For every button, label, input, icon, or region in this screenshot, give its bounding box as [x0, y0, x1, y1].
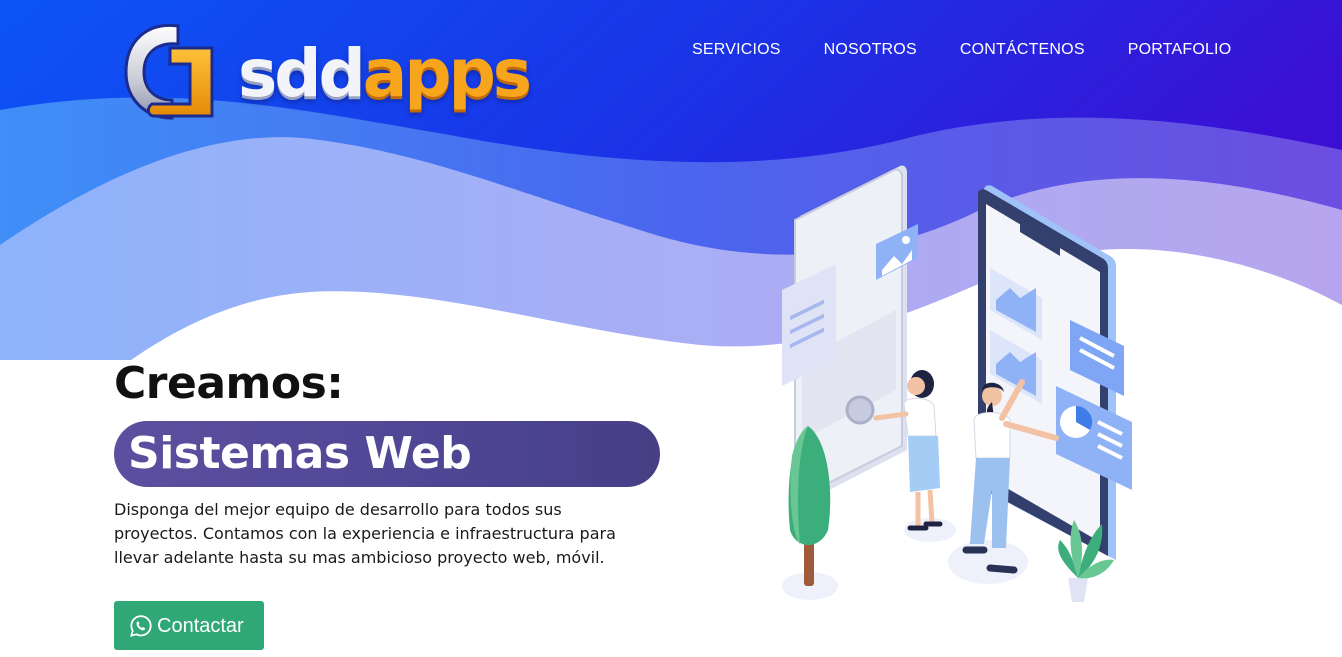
- hero-description: Disponga del mejor equipo de desarrollo …: [114, 500, 616, 567]
- nav-item-portafolio[interactable]: PORTAFOLIO: [1128, 40, 1232, 60]
- brand-wordmark: sddapps: [238, 34, 532, 114]
- brand-logo[interactable]: sddapps: [120, 20, 550, 124]
- nav-item-nosotros[interactable]: NOSOTROS: [824, 40, 917, 60]
- brand-wordmark-sdd: sdd: [238, 35, 366, 112]
- nav-item-contactenos[interactable]: CONTÁCTENOS: [960, 40, 1085, 60]
- contactar-button-label: Contactar: [157, 614, 244, 637]
- sddapps-logo-mark-icon: [124, 23, 214, 120]
- hero-illustration: [782, 165, 1132, 602]
- whatsapp-icon: [130, 614, 152, 637]
- main-navigation: SERVICIOS NOSOTROS CONTÁCTENOS PORTAFOLI…: [692, 40, 1231, 60]
- brand-wordmark-apps: apps: [362, 35, 532, 112]
- contactar-button[interactable]: Contactar: [114, 601, 264, 650]
- hero-highlight-text: Sistemas Web: [128, 428, 472, 479]
- hero-title: Creamos:: [114, 358, 344, 409]
- hero-highlight-pill: Sistemas Web: [114, 421, 660, 487]
- nav-item-servicios[interactable]: SERVICIOS: [692, 40, 781, 60]
